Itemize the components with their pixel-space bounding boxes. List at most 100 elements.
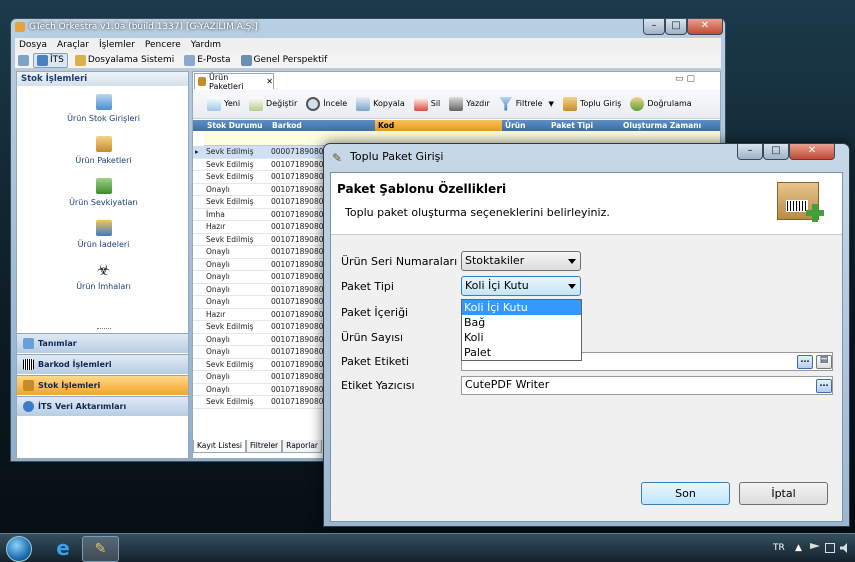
seri-combo[interactable]: Stoktakiler [461, 251, 581, 271]
view-min-max-controls[interactable]: ▭ ▢ [675, 74, 715, 86]
option-koli-ici-kutu[interactable]: Koli İçi Kutu [462, 300, 581, 315]
option-bag[interactable]: Bağ [462, 315, 581, 330]
menu-yardim[interactable]: Yardım [191, 40, 221, 50]
stok-item-paket[interactable]: Ürün Paketleri [17, 136, 190, 165]
paket-tipi-combo[interactable]: Koli İçi Kutu [461, 276, 581, 296]
cell-stok-durumu: Onaylı [206, 384, 230, 394]
yazici-browse-button[interactable]: … [816, 379, 832, 393]
tb-kopyala[interactable]: Kopyala [356, 96, 405, 111]
menu-islemler[interactable]: İşlemler [99, 40, 135, 50]
nav-its[interactable]: İTS Veri Aktarımları [17, 396, 188, 416]
taskbar-app-orkestra[interactable]: ✎ [82, 536, 119, 562]
label-urun-sayisi: Ürün Sayısı [341, 331, 404, 344]
language-indicator[interactable]: TR [773, 543, 785, 553]
tab-raporlar[interactable]: Raporlar [282, 440, 322, 453]
tb-filtrele[interactable]: Filtrele ▼ [498, 96, 554, 111]
tb-yazdir[interactable]: Yazdır [449, 96, 490, 111]
cell-stok-durumu: Hazır [206, 222, 226, 231]
open-perspective-icon[interactable] [18, 54, 29, 66]
mail-icon [184, 54, 196, 66]
col-olusturma-zamani[interactable]: Oluşturma Zamanı [620, 120, 720, 131]
package-icon [198, 77, 207, 86]
nav-tanimlar[interactable]: Tanımlar [17, 333, 188, 353]
chevron-down-icon [568, 284, 576, 289]
cell-stok-durumu: Sevk Edilmiş [206, 159, 254, 169]
dialog-maximize-button[interactable]: □ [763, 144, 789, 160]
return-icon [95, 220, 112, 236]
pen-icon: ✎ [332, 151, 343, 165]
network-icon[interactable] [825, 543, 835, 553]
tb-toplu-giris[interactable]: Toplu Giriş [562, 96, 621, 111]
verify-icon [630, 96, 645, 111]
tb-yeni[interactable]: Yeni [207, 96, 240, 111]
tab-close-icon[interactable]: ✕ [266, 77, 273, 86]
cell-stok-durumu: Hazır [206, 410, 225, 411]
etiket-browse-button[interactable]: … [797, 355, 813, 369]
ie-icon[interactable]: e [52, 537, 74, 559]
etiket-preview-button[interactable]: ▤ [816, 355, 832, 369]
minimize-button[interactable]: – [643, 19, 665, 35]
cell-stok-durumu: Onaylı [206, 334, 230, 344]
cell-stok-durumu: Sevk Edilmiş [206, 172, 254, 181]
editor-toolbar: Yeni Değiştir İncele Kopyala Sil Yazdır … [193, 89, 720, 119]
cell-stok-durumu: Sevk Edilmiş [206, 197, 254, 206]
biohazard-icon: ☣ [96, 261, 111, 279]
maximize-button[interactable]: □ [665, 19, 687, 35]
perspective-genel[interactable]: Genel Perspektif [238, 54, 331, 67]
globe-icon [23, 401, 34, 412]
magnifier-icon [306, 96, 321, 111]
tab-urun-paketleri[interactable]: Ürün Paketleri ✕ [194, 73, 274, 91]
tray-expand-icon[interactable]: ▲ [795, 543, 802, 553]
splitter-grip[interactable] [97, 328, 111, 330]
col-paket-tipi[interactable]: Paket Tipi [548, 120, 620, 131]
perspective-its[interactable]: İTS [33, 52, 68, 68]
tb-degistir[interactable]: Değiştir [249, 96, 297, 111]
dialog-close-button[interactable]: ✕ [789, 144, 835, 160]
perspective-dosyalama[interactable]: Dosyalama Sistemi [72, 54, 177, 67]
menu-bar: Dosya Araçlar İşlemler Pencere Yardım [15, 38, 721, 52]
nav-stok[interactable]: Stok İşlemleri [17, 375, 188, 395]
speaker-icon[interactable] [840, 543, 847, 553]
stok-item-sevkiyat[interactable]: Ürün Sevkiyatları [17, 178, 190, 207]
col-barkod[interactable]: Barkod [269, 120, 375, 131]
close-button[interactable]: ✕ [687, 19, 723, 35]
perspective-eposta[interactable]: E-Posta [181, 54, 233, 67]
package-icon [95, 136, 112, 152]
dialog-minimize-button[interactable]: – [737, 144, 763, 160]
menu-pencere[interactable]: Pencere [145, 40, 181, 50]
cell-stok-durumu: Onaylı [206, 272, 230, 281]
cell-stok-durumu: Onaylı [206, 372, 230, 381]
tb-incele[interactable]: İncele [306, 96, 347, 111]
iptal-button[interactable]: İptal [739, 482, 828, 505]
son-button[interactable]: Son [641, 482, 730, 505]
chevron-down-icon[interactable]: ▼ [549, 100, 554, 108]
menu-araclar[interactable]: Araçlar [57, 40, 89, 50]
main-window-title: GTech Orkestra v1.0a (build 1337) [G-YAZ… [29, 22, 258, 32]
tab-kayit-listesi[interactable]: Kayıt Listesi [193, 440, 246, 453]
flag-icon[interactable] [810, 543, 820, 549]
stok-item-imha[interactable]: ☣ Ürün İmhaları [17, 262, 190, 291]
col-stok-durumu[interactable]: Stok Durumu [204, 120, 269, 131]
chevron-down-icon [568, 259, 576, 264]
truck-icon [95, 178, 112, 194]
barcode-icon [23, 359, 34, 370]
stok-item-iade[interactable]: Ürün İadeleri [17, 220, 190, 249]
grid-icon [240, 54, 252, 66]
start-button[interactable] [6, 536, 32, 562]
dialog-body: Paket Şablonu Özellikleri Toplu paket ol… [330, 172, 843, 522]
toplu-paket-dialog: ✎ Toplu Paket Girişi – □ ✕ Paket Şablonu… [323, 143, 850, 527]
menu-dosya[interactable]: Dosya [19, 40, 47, 50]
col-urun-sayisi[interactable]: Ürün Sayısı [502, 120, 548, 141]
tb-sil[interactable]: Sil [413, 96, 440, 111]
nav-barkod[interactable]: Barkod İşlemleri [17, 354, 188, 374]
col-kod[interactable]: Kod [375, 120, 502, 131]
option-koli[interactable]: Koli [462, 330, 581, 345]
dialog-header-title: Paket Şablonu Özellikleri [337, 182, 507, 196]
option-palet[interactable]: Palet [462, 345, 581, 360]
tb-dogrulama[interactable]: Doğrulama [630, 96, 692, 111]
stock-entry-icon [95, 94, 112, 110]
stok-item-giris[interactable]: Ürün Stok Girişleri [17, 94, 190, 123]
tab-filtreler[interactable]: Filtreler [245, 440, 283, 453]
yazici-field[interactable]: CutePDF Writer [461, 376, 833, 395]
app-icon [15, 22, 25, 32]
